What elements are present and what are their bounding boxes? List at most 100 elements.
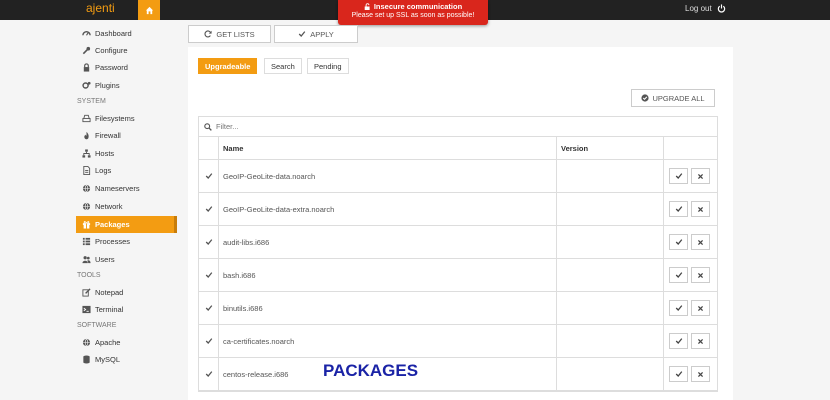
close-icon [697,305,704,311]
close-icon [697,338,704,344]
sidebar-item-label: Filesystems [95,114,135,123]
sidebar-item-label: Processes [95,237,131,246]
accept-button[interactable] [669,366,688,382]
column-header-version[interactable]: Version [557,137,664,159]
remove-button[interactable] [691,234,710,250]
sidebar-item-label: MySQL [95,355,121,364]
sidebar-item-network[interactable]: Network [76,198,177,215]
sidebar-item-label: Configure [95,46,128,55]
accept-button[interactable] [669,333,688,349]
column-header-name[interactable]: Name [219,137,557,159]
header-check-cell [199,137,219,159]
sidebar-item-processes[interactable]: Processes [76,233,177,250]
accept-button[interactable] [669,300,688,316]
sidebar-item-apache[interactable]: Apache [76,334,177,351]
sidebar-item-mysql[interactable]: MySQL [76,351,177,368]
gift-icon [82,220,91,229]
remove-button[interactable] [691,201,710,217]
sidebar-item-firewall[interactable]: Firewall [76,127,177,144]
check-icon [205,371,212,377]
logout-link[interactable]: Log out [685,4,726,13]
table-row: ca-certificates.noarch [199,325,717,358]
package-version [557,358,664,390]
sidebar-item-hosts[interactable]: Hosts [76,145,177,162]
sitemap-icon [82,149,91,158]
sidebar-item-filesystems[interactable]: Filesystems [76,110,177,127]
sidebar-item-notepad[interactable]: Notepad [76,284,177,301]
insecure-alert: Insecure communication Please set up SSL… [338,0,488,25]
remove-button[interactable] [691,300,710,316]
globe-icon [82,184,91,193]
sidebar-item-label: Password [95,63,128,72]
get-lists-button[interactable]: GET LISTS [188,25,271,43]
remove-button[interactable] [691,267,710,283]
refresh-icon [204,30,212,38]
cogs-icon [82,81,91,90]
table-row: GeoIP-GeoLite-data.noarch [199,160,717,193]
check-icon [675,173,682,179]
overlay-title: PACKAGES [323,361,419,380]
close-icon [697,272,704,278]
close-icon [697,371,704,377]
sidebar-item-nameservers[interactable]: Nameservers [76,180,177,197]
row-status-cell [199,160,219,192]
home-button[interactable] [138,0,160,20]
sidebar-item-label: Firewall [95,131,121,140]
sidebar-item-configure[interactable]: Configure [76,42,177,59]
accept-button[interactable] [669,267,688,283]
table-header: Name Version [199,137,717,160]
package-version [557,259,664,291]
tab-search[interactable]: Search [264,58,302,74]
logout-label: Log out [685,4,712,13]
alert-title: Insecure communication [373,2,463,11]
dashboard-icon [82,29,91,38]
brand-logo[interactable]: ajenti [86,1,115,15]
sidebar-item-logs[interactable]: Logs [76,162,177,179]
sidebar-item-label: Nameservers [95,184,140,193]
upgrade-all-button[interactable]: UPGRADE ALL [631,89,715,107]
package-version [557,160,664,192]
filter-input[interactable] [216,122,516,131]
row-status-cell [199,193,219,225]
sidebar-item-password[interactable]: Password [76,59,177,76]
file-icon [82,166,91,175]
remove-button[interactable] [691,333,710,349]
accept-button[interactable] [669,168,688,184]
row-actions [664,193,717,225]
sidebar-item-terminal[interactable]: Terminal [76,301,177,318]
sidebar-item-dashboard[interactable]: Dashboard [76,25,177,42]
tab-pending[interactable]: Pending [307,58,349,74]
row-actions [664,292,717,324]
sidebar-item-users[interactable]: Users [76,251,177,268]
package-version [557,193,664,225]
close-icon [697,206,704,212]
remove-button[interactable] [691,168,710,184]
accept-button[interactable] [669,201,688,217]
sidebar-item-label: Notepad [95,288,124,297]
apply-button[interactable]: APPLY [274,25,358,43]
sidebar-item-label: Packages [95,220,130,229]
table-row: audit-libs.i686 [199,226,717,259]
row-actions [664,160,717,192]
unlock-icon [364,3,370,10]
check-icon [205,173,212,179]
database-icon [82,355,91,364]
row-actions [664,259,717,291]
globe-icon [82,202,91,211]
close-icon [697,239,704,245]
alert-message: Please set up SSL as soon as possible! [351,12,475,19]
sidebar-item-plugins[interactable]: Plugins [76,77,177,94]
upgrade-all-label: UPGRADE ALL [652,93,705,103]
accept-button[interactable] [669,234,688,250]
check-icon [675,305,682,311]
row-actions [664,226,717,258]
tab-upgradeable[interactable]: Upgradeable [198,58,258,74]
filter-row [199,117,717,137]
remove-button[interactable] [691,366,710,382]
check-icon [675,239,682,245]
package-name: bash.i686 [219,259,557,291]
row-status-cell [199,292,219,324]
package-version [557,292,664,324]
sidebar-item-packages[interactable]: Packages [76,216,177,233]
close-icon [697,173,704,179]
